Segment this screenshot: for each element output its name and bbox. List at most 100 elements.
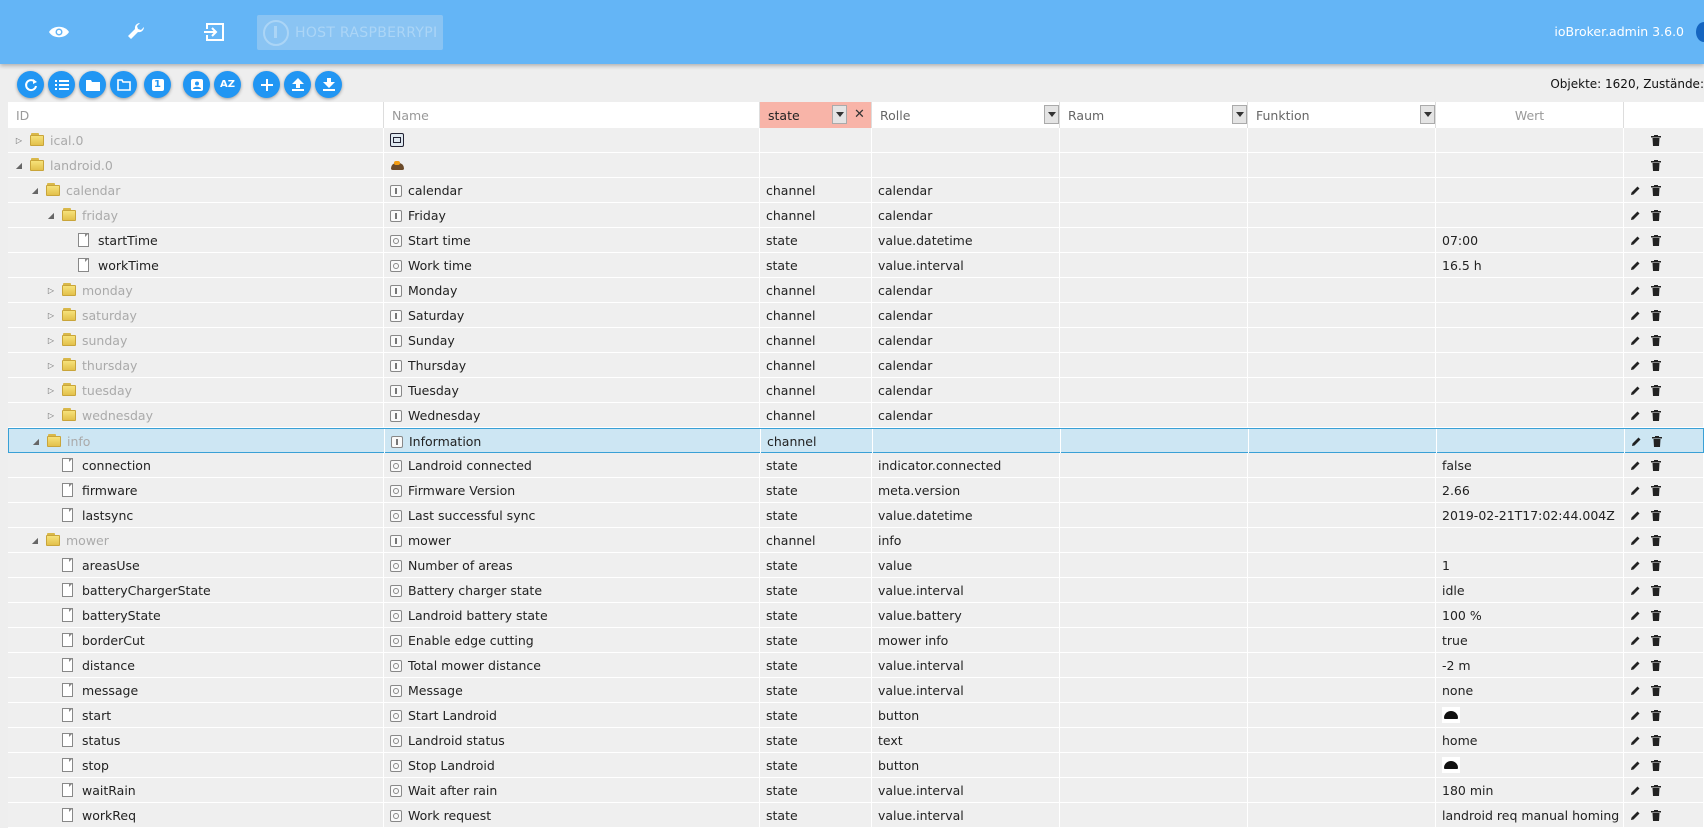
add-object-button[interactable] [253,71,280,98]
push-button-icon[interactable] [1442,757,1460,773]
edit-icon[interactable] [1627,382,1643,398]
table-row[interactable]: ▷ ical.0 [8,128,1704,153]
table-row[interactable]: ◢ info Information channel [8,428,1704,453]
edit-icon[interactable] [1628,433,1644,449]
delete-icon[interactable] [1648,707,1664,723]
table-row[interactable]: ▷ wednesday Wednesday channel calendar [8,403,1704,428]
table-row[interactable]: ▷ tuesday Tuesday channel calendar [8,378,1704,403]
delete-icon[interactable] [1648,407,1664,423]
sort-az-button[interactable]: AZ [214,71,241,98]
edit-icon[interactable] [1627,407,1643,423]
host-selector[interactable]: HOST RASPBERRYPI [257,15,443,50]
table-row[interactable]: ▷ thursday Thursday channel calendar [8,353,1704,378]
edit-icon[interactable] [1627,807,1643,823]
table-row[interactable]: start Start Landroid state button [8,703,1704,728]
table-row[interactable]: batteryState Landroid battery state state v… [8,603,1704,628]
collapse-toggle-icon[interactable]: ◢ [31,429,41,453]
edit-icon[interactable] [1627,632,1643,648]
delete-icon[interactable] [1648,257,1664,273]
table-row[interactable]: status Landroid status state text home [8,728,1704,753]
delete-icon[interactable] [1648,157,1664,173]
edit-icon[interactable] [1627,232,1643,248]
collapse-all-button[interactable] [110,71,137,98]
table-row[interactable]: distance Total mower distance state value.i… [8,653,1704,678]
column-type-filter[interactable]: state ✕ [760,102,872,128]
eye-icon[interactable] [45,18,73,46]
refresh-button[interactable] [17,71,44,98]
table-row[interactable]: areasUse Number of areas state value 1 [8,553,1704,578]
table-row[interactable]: ▷ saturday Saturday channel calendar [8,303,1704,328]
delete-icon[interactable] [1648,282,1664,298]
table-row[interactable]: waitRain Wait after rain state value.interv… [8,778,1704,803]
chevron-down-icon[interactable] [1232,105,1247,124]
expand-level-button[interactable]: 1 [144,71,171,98]
clear-filter-icon[interactable]: ✕ [854,106,865,124]
edit-icon[interactable] [1627,557,1643,573]
delete-icon[interactable] [1648,557,1664,573]
edit-icon[interactable] [1627,507,1643,523]
edit-icon[interactable] [1627,757,1643,773]
delete-icon[interactable] [1648,582,1664,598]
table-row[interactable]: ◢ calendar calendar channel calendar [8,178,1704,203]
expand-toggle-icon[interactable]: ▷ [46,403,56,427]
delete-icon[interactable] [1648,232,1664,248]
wrench-icon[interactable] [123,18,151,46]
delete-icon[interactable] [1649,433,1665,449]
delete-icon[interactable] [1648,807,1664,823]
collapse-toggle-icon[interactable]: ◢ [30,528,40,552]
chevron-down-icon[interactable] [1420,105,1435,124]
chevron-down-icon[interactable] [832,105,847,124]
expand-toggle-icon[interactable]: ▷ [46,278,56,302]
push-button-icon[interactable] [1442,707,1460,723]
delete-icon[interactable] [1648,757,1664,773]
table-row[interactable]: startTime Start time state value.datetime 07… [8,228,1704,253]
column-function-filter[interactable]: Funktion [1248,102,1436,128]
edit-icon[interactable] [1627,532,1643,548]
edit-icon[interactable] [1627,282,1643,298]
table-row[interactable]: borderCut Enable edge cutting state mower i… [8,628,1704,653]
delete-icon[interactable] [1648,507,1664,523]
delete-icon[interactable] [1648,207,1664,223]
table-row[interactable]: workTime Work time state value.interval 16.5… [8,253,1704,278]
table-row[interactable]: batteryChargerState Battery charger state… [8,578,1704,603]
delete-icon[interactable] [1648,632,1664,648]
cell-value[interactable] [1436,753,1624,777]
column-role-filter[interactable]: Rolle [872,102,1060,128]
table-row[interactable]: stop Stop Landroid state button [8,753,1704,778]
expand-toggle-icon[interactable]: ▷ [46,353,56,377]
upload-button[interactable] [284,71,311,98]
cell-value[interactable] [1436,703,1624,727]
delete-icon[interactable] [1648,182,1664,198]
edit-icon[interactable] [1627,457,1643,473]
expand-toggle-icon[interactable]: ▷ [46,328,56,352]
expand-all-button[interactable] [79,71,106,98]
table-row[interactable]: workReq Work request state value.interval la… [8,803,1704,828]
edit-icon[interactable] [1627,657,1643,673]
column-id-filter[interactable]: ID [8,102,384,128]
delete-icon[interactable] [1648,607,1664,623]
delete-icon[interactable] [1648,532,1664,548]
delete-icon[interactable] [1648,357,1664,373]
delete-icon[interactable] [1648,332,1664,348]
edit-icon[interactable] [1627,332,1643,348]
edit-icon[interactable] [1627,182,1643,198]
edit-icon[interactable] [1627,732,1643,748]
chevron-down-icon[interactable] [1044,105,1059,124]
download-button[interactable] [315,71,342,98]
delete-icon[interactable] [1648,732,1664,748]
list-view-button[interactable] [48,71,75,98]
edit-icon[interactable] [1627,257,1643,273]
delete-icon[interactable] [1648,657,1664,673]
edit-icon[interactable] [1627,307,1643,323]
delete-icon[interactable] [1648,482,1664,498]
column-room-filter[interactable]: Raum [1060,102,1248,128]
edit-icon[interactable] [1627,357,1643,373]
edit-icon[interactable] [1627,782,1643,798]
column-name-filter[interactable]: Name [384,102,760,128]
edit-icon[interactable] [1627,482,1643,498]
edit-icon[interactable] [1627,682,1643,698]
expand-toggle-icon[interactable]: ▷ [14,128,24,152]
collapse-toggle-icon[interactable]: ◢ [14,153,24,177]
delete-icon[interactable] [1648,132,1664,148]
collapse-toggle-icon[interactable]: ◢ [46,203,56,227]
